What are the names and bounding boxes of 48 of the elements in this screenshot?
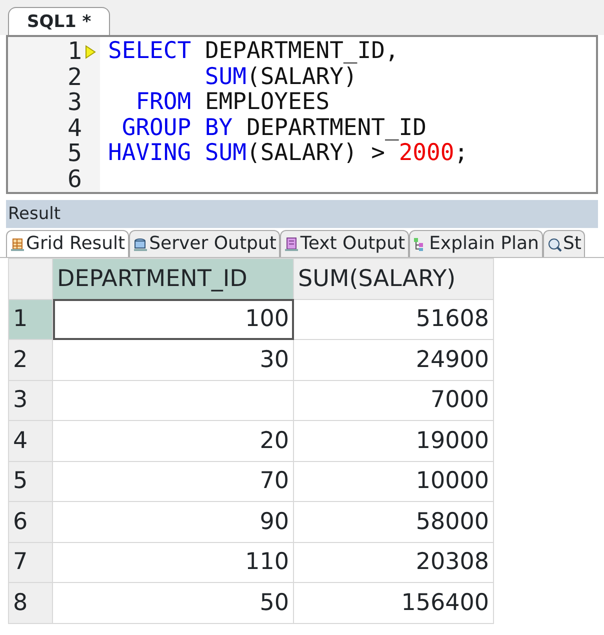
database-icon: [133, 236, 148, 252]
code-line: SUM(SALARY): [204, 64, 358, 90]
result-tab[interactable]: Server Output: [129, 230, 280, 257]
row-header[interactable]: 6: [8, 502, 52, 542]
result-tab[interactable]: Text Output: [280, 230, 410, 257]
code-line: FROM EMPLOYEES: [134, 89, 330, 115]
line-number: 1: [68, 39, 82, 64]
table-cell: 70: [52, 461, 294, 502]
row-header[interactable]: 1: [8, 299, 52, 340]
column-header[interactable]: SUM(SALARY): [294, 258, 494, 299]
editor-tab[interactable]: SQL1 *: [8, 7, 110, 35]
row-header[interactable]: 7: [8, 542, 52, 582]
result-tab[interactable]: Explain Plan: [409, 230, 543, 257]
line-number: 3: [68, 90, 82, 116]
table-cell: 58000: [294, 502, 494, 542]
table-cell: 20308: [294, 542, 494, 582]
code-line: SELECT DEPARTMENT_ID,: [108, 38, 399, 64]
column-header[interactable]: DEPARTMENT_ID: [52, 258, 294, 299]
result-tab[interactable]: St: [542, 230, 586, 257]
table-cell: 20: [52, 420, 294, 461]
line-number: 5: [68, 141, 82, 166]
table-cell: 19000: [294, 420, 494, 461]
result-tab[interactable]: Grid Result: [6, 230, 130, 257]
row-header[interactable]: 5: [8, 461, 52, 502]
table-cell: 7000: [294, 380, 494, 420]
row-header[interactable]: 8: [8, 582, 52, 623]
code-line: HAVING SUM(SALARY) > 2000;: [108, 140, 468, 166]
line-number: 2: [68, 64, 82, 90]
corner-cell[interactable]: [8, 258, 52, 299]
table-cell: 110: [52, 542, 294, 582]
panel-title: Result: [6, 200, 598, 228]
table-cell: 156400: [294, 582, 494, 623]
line-number: 4: [68, 116, 82, 141]
row-header[interactable]: 4: [8, 420, 52, 461]
row-header[interactable]: 3: [8, 380, 52, 420]
table-cell: 24900: [294, 340, 494, 380]
line-number: 6: [68, 166, 82, 192]
table-cell: 90: [52, 502, 294, 542]
code-line: GROUP BY DEPARTMENT_ID: [120, 114, 426, 140]
table-cell: 100: [52, 299, 294, 340]
magnifier-icon: [546, 236, 562, 252]
table-cell: 30: [52, 340, 294, 380]
row-header[interactable]: 2: [8, 340, 52, 380]
table-cell: 51608: [294, 299, 494, 340]
table-cell: 50: [52, 582, 294, 623]
table-cell: 10000: [294, 461, 494, 502]
document-icon: [284, 236, 300, 252]
table-icon: [10, 236, 25, 252]
